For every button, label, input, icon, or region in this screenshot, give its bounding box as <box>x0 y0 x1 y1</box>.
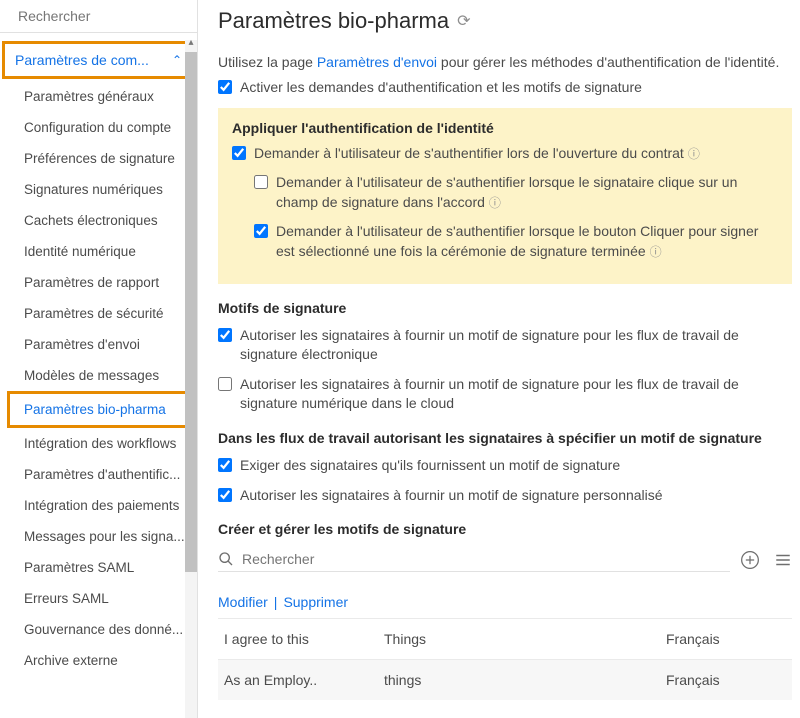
sidebar-item[interactable]: Erreurs SAML <box>10 583 197 614</box>
label-motif-electronic: Autoriser les signataires à fournir un m… <box>240 326 792 365</box>
label-workflow-custom: Autoriser les signataires à fournir un m… <box>240 486 663 506</box>
scrollbar-thumb[interactable] <box>185 52 197 572</box>
sidebar-item[interactable]: Paramètres de sécurité <box>10 298 197 329</box>
checkbox-workflow-require[interactable] <box>218 458 232 472</box>
cell-name: As an Employ.. <box>224 672 384 688</box>
label-auth-open: Demander à l'utilisateur de s'authentifi… <box>254 144 700 164</box>
cell-desc: things <box>384 672 666 688</box>
sidebar-item[interactable]: Messages pour les signa... <box>10 521 197 552</box>
sidebar-section-label: Paramètres de com... <box>15 52 149 68</box>
sidebar-item[interactable]: Paramètres d'envoi <box>10 329 197 360</box>
refresh-icon[interactable]: ⟳ <box>457 11 470 31</box>
auth-panel-title: Appliquer l'authentification de l'identi… <box>232 120 778 136</box>
cell-desc: Things <box>384 631 666 647</box>
label-activate-auth: Activer les demandes d'authentification … <box>240 78 642 98</box>
sidebar-item[interactable]: Configuration du compte <box>10 112 197 143</box>
action-delete[interactable]: Supprimer <box>283 594 348 610</box>
table-search-input[interactable] <box>242 551 730 567</box>
table-row[interactable]: I agree to thisThingsFrançais <box>218 618 792 659</box>
checkbox-auth-sign[interactable] <box>254 224 268 238</box>
sidebar-section-header[interactable]: Paramètres de com... ⌃ <box>2 41 195 79</box>
label-motif-cloud: Autoriser les signataires à fournir un m… <box>240 375 792 414</box>
table-row[interactable]: As an Employ..thingsFrançais <box>218 659 792 700</box>
sidebar-item[interactable]: Cachets électroniques <box>10 205 197 236</box>
cell-lang: Français <box>666 631 786 647</box>
intro-link[interactable]: Paramètres d'envoi <box>317 54 437 70</box>
sidebar-item[interactable]: Paramètres de rapport <box>10 267 197 298</box>
checkbox-auth-open[interactable] <box>232 146 246 160</box>
section-table-title: Créer et gérer les motifs de signature <box>218 521 792 537</box>
sidebar-item[interactable]: Intégration des workflows <box>10 428 197 459</box>
label-auth-sign: Demander à l'utilisateur de s'authentifi… <box>276 222 778 261</box>
sidebar-item[interactable]: Gouvernance des donné... <box>10 614 197 645</box>
sidebar-nav-list: Paramètres générauxConfiguration du comp… <box>0 81 197 718</box>
checkbox-activate-auth[interactable] <box>218 80 232 94</box>
add-icon[interactable] <box>740 550 760 570</box>
sidebar-item[interactable]: Modèles de messages <box>10 360 197 391</box>
auth-panel: Appliquer l'authentification de l'identi… <box>218 108 792 284</box>
sidebar-item[interactable]: Paramètres SAML <box>10 552 197 583</box>
checkbox-motif-electronic[interactable] <box>218 328 232 342</box>
checkbox-motif-cloud[interactable] <box>218 377 232 391</box>
label-auth-field: Demander à l'utilisateur de s'authentifi… <box>276 173 778 212</box>
scroll-up-icon[interactable]: ▴ <box>185 40 197 46</box>
action-modify[interactable]: Modifier <box>218 594 268 610</box>
table-body: I agree to thisThingsFrançaisAs an Emplo… <box>218 618 792 700</box>
checkbox-auth-field[interactable] <box>254 175 268 189</box>
sidebar-item[interactable]: Signatures numériques <box>10 174 197 205</box>
sidebar-search-input[interactable] <box>18 8 199 24</box>
page-title: Paramètres bio-pharma ⟳ <box>218 8 792 34</box>
scrollbar[interactable]: ▴ <box>185 40 197 718</box>
sidebar-item[interactable]: Paramètres bio-pharma <box>7 391 195 428</box>
cell-lang: Français <box>666 672 786 688</box>
sidebar: Paramètres de com... ⌃ Paramètres généra… <box>0 0 198 718</box>
sidebar-item[interactable]: Archive externe <box>10 645 197 676</box>
sidebar-search[interactable] <box>0 0 197 33</box>
section-motifs-title: Motifs de signature <box>218 300 792 316</box>
main-content: Paramètres bio-pharma ⟳ Utilisez la page… <box>198 0 800 718</box>
cell-name: I agree to this <box>224 631 384 647</box>
intro-text: Utilisez la page Paramètres d'envoi pour… <box>218 54 792 70</box>
table-row-actions: Modifier | Supprimer <box>218 586 792 618</box>
sidebar-item[interactable]: Préférences de signature <box>10 143 197 174</box>
page-title-text: Paramètres bio-pharma <box>218 8 449 34</box>
label-workflow-require: Exiger des signataires qu'ils fournissen… <box>240 456 620 476</box>
search-icon <box>218 551 234 567</box>
info-icon[interactable]: ⓘ <box>688 146 700 163</box>
chevron-up-icon: ⌃ <box>172 53 182 67</box>
table-search[interactable] <box>218 547 730 572</box>
section-workflow-title: Dans les flux de travail autorisant les … <box>218 430 792 446</box>
sidebar-item[interactable]: Identité numérique <box>10 236 197 267</box>
info-icon[interactable]: ⓘ <box>489 195 501 212</box>
sidebar-item[interactable]: Intégration des paiements <box>10 490 197 521</box>
menu-icon[interactable] <box>774 551 792 569</box>
checkbox-workflow-custom[interactable] <box>218 488 232 502</box>
sidebar-item[interactable]: Paramètres généraux <box>10 81 197 112</box>
info-icon[interactable]: ⓘ <box>650 244 662 261</box>
sidebar-item[interactable]: Paramètres d'authentific... <box>10 459 197 490</box>
